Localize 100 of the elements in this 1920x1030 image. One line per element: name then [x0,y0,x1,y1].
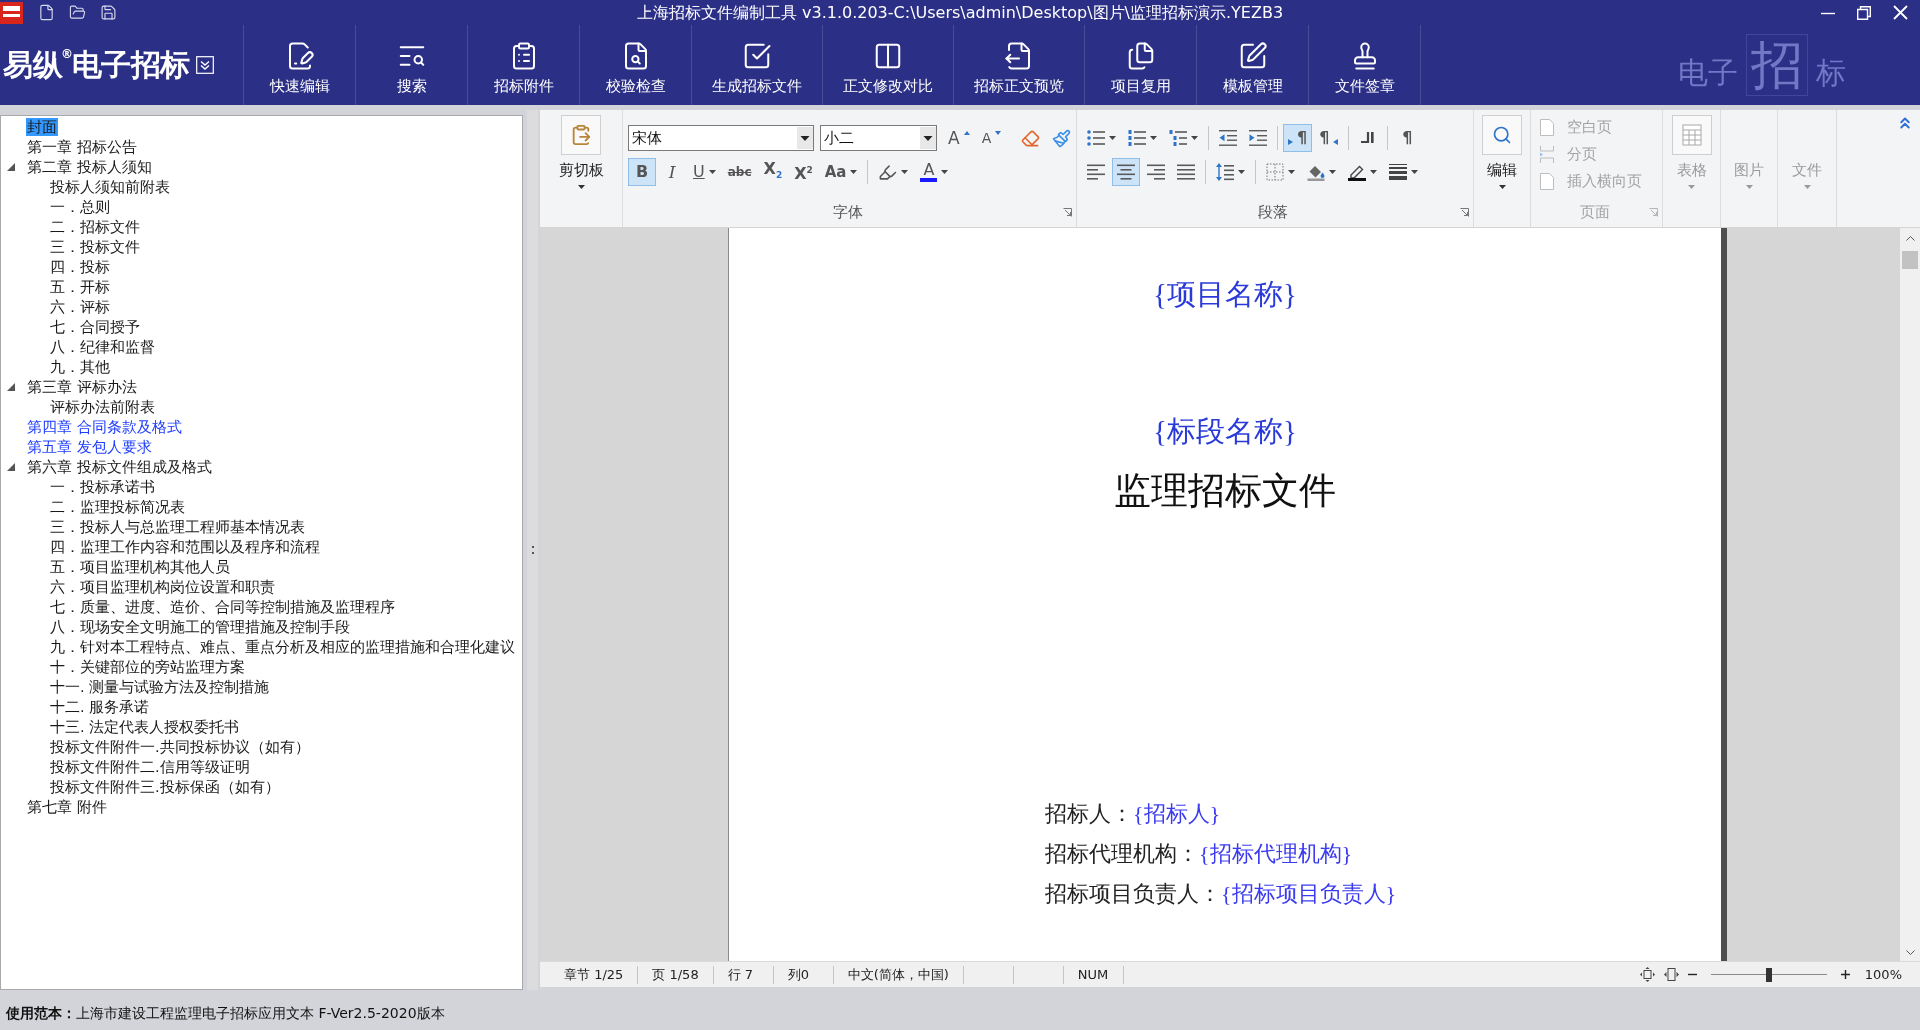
tree-item[interactable]: 第五章 发包人要求 [26,438,153,456]
tree-item[interactable]: 十二. 服务承诺 [49,698,151,716]
tree-item[interactable]: 十．关键部位的旁站监理方案 [49,658,246,676]
triangle-icon [1288,139,1293,145]
tree-item[interactable]: 七．合同授予 [49,318,141,336]
tree-item[interactable]: 九．针对本工程特点、难点、重点分析及相应的监理措施和合理化建议 [49,638,516,656]
template-field[interactable]: {项目名称} [1153,275,1297,313]
tree-item[interactable]: 第二章 投标人须知 [26,158,153,176]
expand-arrow-icon[interactable] [7,383,15,391]
status-text: 列0 [773,965,834,984]
tree-item[interactable]: 投标文件附件一.共同投标协议（如有） [49,738,311,756]
template-field[interactable]: {招标人} [1133,799,1221,829]
tree-item[interactable]: 投标人须知前附表 [49,178,171,196]
fit-width-icon[interactable] [1663,967,1679,982]
font-color-button[interactable]: A [915,158,954,186]
eraser-icon [1021,128,1041,148]
dialog-launcher-icon[interactable] [1063,207,1072,217]
show-marks-button[interactable]: ¶ [1393,124,1422,152]
line-style-icon [1389,163,1407,181]
bold-button[interactable]: B [628,158,656,186]
tree-item[interactable]: 二．招标文件 [49,218,141,236]
tree-item[interactable]: 第四章 合同条款及格式 [26,418,183,436]
paintbrush-icon [1052,128,1072,148]
tree-item[interactable]: 投标文件附件二.信用等级证明 [49,758,251,776]
page-icon [1540,173,1554,190]
tree-item[interactable]: 六．评标 [49,298,111,316]
rtl-button[interactable]: ¶ [1314,124,1344,152]
new-file-icon[interactable] [38,4,55,21]
template-info-text: 使用范本：上海市建设工程监理电子招标应用文本 F-Ver2.5-2020版本 [6,1005,445,1023]
subscript-button[interactable]: X$_{2}$ [758,158,788,186]
superscript-button[interactable]: X$^{2}$ [789,158,818,186]
grow-button[interactable]: A [943,124,975,152]
scroll-up-icon[interactable] [1905,236,1915,241]
tree-item[interactable]: 投标文件附件三.投标保函（如有） [49,778,281,796]
edit-button[interactable]: 编辑 [1482,110,1522,189]
ltr-button[interactable]: ¶ [1283,124,1313,152]
expand-arrow-icon[interactable] [7,163,15,171]
tree-item[interactable]: 第三章 评标办法 [26,378,138,396]
tree-item[interactable]: 七．质量、进度、造价、合同等控制措施及监理程序 [49,598,396,616]
save-icon[interactable] [100,4,117,21]
close-icon[interactable] [1893,5,1908,20]
tree-item[interactable]: 四．监理工作内容和范围以及程序和流程 [49,538,321,556]
tree-item[interactable]: 八．现场安全文明施工的管理措施及控制手段 [49,618,351,636]
change-case-button[interactable]: Aa [819,158,863,186]
dialog-launcher-icon[interactable] [1460,207,1469,217]
align-center-button[interactable] [1112,158,1140,186]
numbered-list-icon [1128,129,1146,147]
tree-item[interactable]: 五．项目监理机构其他人员 [49,558,231,576]
field-label: 招标代理机构： [1045,840,1199,868]
pen-icon [1348,163,1366,181]
caret-up-icon [963,131,970,135]
fit-page-icon[interactable] [1639,967,1655,982]
group-label: 页面 [1579,202,1610,222]
tree-item[interactable]: 八．纪律和监督 [49,338,156,356]
scroll-down-icon[interactable] [1905,950,1915,955]
tree-item[interactable]: 第六章 投标文件组成及格式 [26,458,213,476]
grip-icon [531,546,534,554]
scrollbar-thumb[interactable] [1902,251,1918,269]
tree-item[interactable]: 三．投标文件 [49,238,141,256]
status-text: 章节 1/25 [550,965,639,984]
underline-button[interactable]: U [688,158,721,186]
zoom-slider-thumb[interactable] [1765,967,1772,982]
dropdown-icon[interactable] [195,56,214,74]
tree-item[interactable]: 三．投标人与总监理工程师基本情况表 [49,518,306,536]
tree-item[interactable]: 一．投标承诺书 [49,478,156,496]
tree-item[interactable]: 一．总则 [49,198,111,216]
paste-icon [561,115,601,155]
align-center-icon [1117,163,1135,181]
template-field[interactable]: {标段名称} [1153,412,1297,450]
group-label: 段落 [1258,202,1288,222]
open-folder-icon[interactable] [69,4,86,21]
search-icon [1482,115,1522,155]
font-name-field[interactable]: 宋体 [628,125,814,151]
tree-item[interactable]: 第七章 附件 [26,798,108,816]
restore-icon[interactable] [1857,5,1871,20]
clipboard-button[interactable]: 剪切板 [558,110,604,189]
expand-arrow-icon[interactable] [7,463,15,471]
tree-item[interactable]: 九．其他 [49,358,111,376]
tree-item[interactable]: 二．监理投标简况表 [49,498,186,516]
font-size-field[interactable]: 小二 [820,125,937,151]
border-grid-icon [1266,163,1284,181]
status-text: NUM [1063,965,1124,984]
tree-item[interactable]: 第一章 招标公告 [26,138,138,156]
template-field[interactable]: {招标代理机构} [1199,839,1353,869]
shrink-button[interactable]: A [976,124,1007,152]
tree-item[interactable]: 评标办法前附表 [49,398,156,416]
app-logo-icon [0,1,23,24]
table-icon [1671,115,1712,155]
tree-item[interactable]: 十一. 测量与试验方法及控制措施 [49,678,271,696]
tree-item[interactable]: 十三. 法定代表人授权委托书 [49,718,241,736]
triangle-icon [1333,139,1339,145]
caret-icon [1688,185,1695,189]
tree-item[interactable]: 六．项目监理机构岗位设置和职责 [49,578,276,596]
tree-item[interactable]: 五．开标 [49,278,111,296]
tree-item[interactable]: 封面 [26,118,58,136]
italic-button[interactable]: I [658,158,686,186]
zoom-in-icon[interactable] [1840,970,1850,979]
template-field[interactable]: {招标项目负责人} [1221,879,1397,909]
tree-item[interactable]: 四．投标 [49,258,111,276]
strikethrough-button[interactable]: abc [722,158,757,186]
